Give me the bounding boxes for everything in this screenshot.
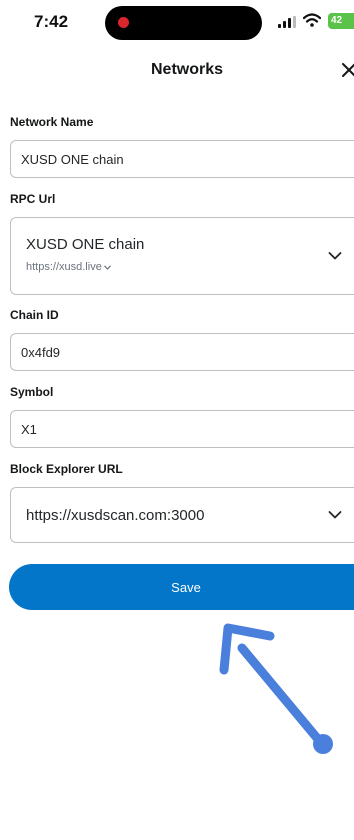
status-time: 7:42 (34, 12, 69, 31)
close-icon[interactable] (341, 62, 354, 78)
status-bar: 7:42 42 (0, 0, 354, 44)
rpc-url-select[interactable]: XUSD ONE chain https://xusd.live (10, 217, 354, 295)
annotation-arrow-icon (219, 623, 333, 754)
chain-id-label: Chain ID (10, 308, 59, 322)
dynamic-island (105, 6, 262, 40)
save-button-label: Save (171, 580, 201, 595)
symbol-value: X1 (21, 422, 37, 437)
symbol-label: Symbol (10, 385, 54, 399)
block-explorer-value: https://xusdscan.com:3000 (26, 507, 205, 524)
wifi-icon (303, 13, 321, 27)
block-explorer-label: Block Explorer URL (10, 462, 123, 476)
rpc-selected-name: XUSD ONE chain (26, 236, 145, 253)
chain-id-input[interactable]: 0x4fd9 (10, 333, 354, 371)
chevron-down-icon (328, 511, 342, 519)
cellular-signal-icon (278, 16, 296, 28)
recording-indicator-icon (118, 17, 129, 28)
battery-level: 42 (331, 15, 343, 26)
battery-icon: 42 (328, 13, 354, 29)
symbol-input[interactable]: X1 (10, 410, 354, 448)
network-name-label: Network Name (10, 115, 94, 129)
save-button[interactable]: Save (9, 564, 354, 610)
rpc-selected-url: https://xusd.live (26, 261, 111, 273)
network-name-input[interactable]: XUSD ONE chain (10, 140, 354, 178)
network-name-value: XUSD ONE chain (21, 152, 124, 167)
page-title: Networks (150, 61, 224, 78)
chevron-down-icon (328, 252, 342, 260)
rpc-url-text: https://xusd.live (26, 261, 102, 273)
chevron-down-small-icon (103, 264, 111, 270)
rpc-url-label: RPC Url (10, 192, 56, 206)
block-explorer-select[interactable]: https://xusdscan.com:3000 (10, 487, 354, 543)
chain-id-value: 0x4fd9 (21, 345, 61, 360)
